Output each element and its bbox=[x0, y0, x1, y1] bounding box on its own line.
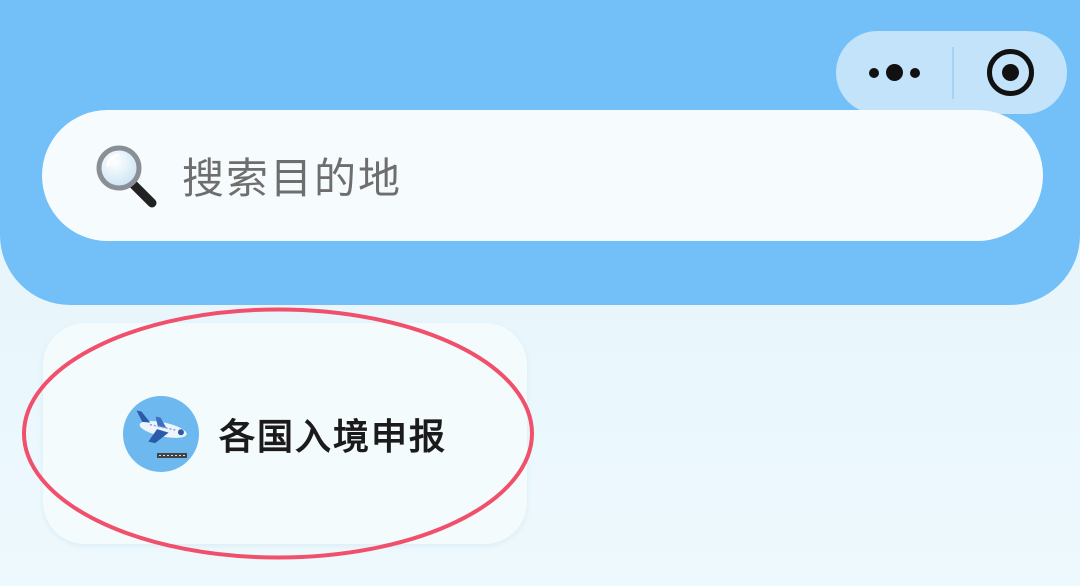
mini-program-capsule bbox=[836, 31, 1067, 114]
entry-declaration-label: 各国入境申报 bbox=[219, 416, 448, 458]
close-button[interactable] bbox=[954, 31, 1067, 114]
search-placeholder: 搜索目的地 bbox=[182, 154, 403, 203]
magnifier-icon bbox=[96, 145, 157, 207]
more-dots-icon bbox=[868, 64, 920, 81]
airplane-arrival-icon bbox=[123, 395, 199, 472]
entry-declaration-card[interactable]: 各国入境申报 bbox=[43, 323, 527, 544]
page: 搜索目的地 各国入境申报 bbox=[0, 0, 1080, 586]
search-bar[interactable]: 搜索目的地 bbox=[42, 110, 1043, 241]
target-circle-icon bbox=[987, 49, 1034, 96]
more-button[interactable] bbox=[836, 31, 952, 114]
